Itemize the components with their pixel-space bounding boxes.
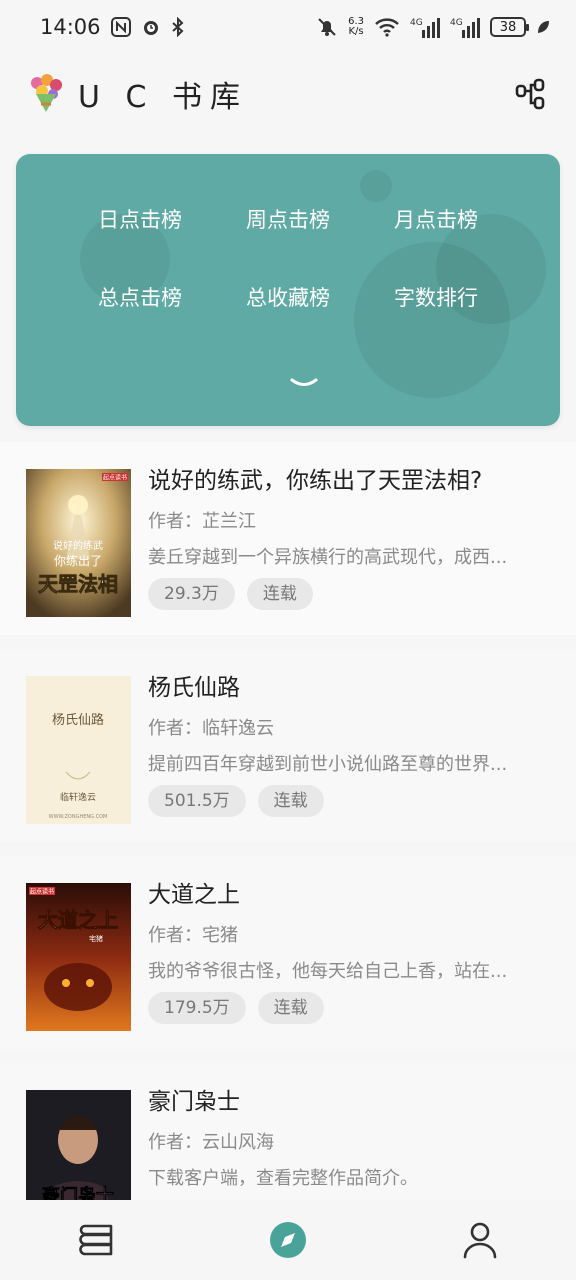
decor-bubble xyxy=(360,170,392,202)
status-bar: 14:06 6.3 K/s 4G 4G 38 xyxy=(0,0,576,54)
nfc-icon xyxy=(110,17,131,37)
app-title: U C 书库 xyxy=(78,80,248,115)
status-tag: 连载 xyxy=(246,578,313,610)
book-title: 杨氏仙路 xyxy=(148,675,240,701)
rank-weekly-clicks[interactable]: 周点击榜 xyxy=(214,204,362,236)
cellular-signal-icon: 4G xyxy=(410,16,440,38)
net-speed-unit: K/s xyxy=(348,26,364,37)
alarm-icon xyxy=(141,17,161,37)
cover-publisher-tag: 起点读书 xyxy=(30,888,54,896)
word-count-tag: 179.5万 xyxy=(148,992,246,1024)
word-count-tag: 501.5万 xyxy=(148,785,246,817)
cover-author-line: 临轩逸云 xyxy=(60,791,96,803)
share-button[interactable] xyxy=(514,77,548,111)
cover-website-line: WWW.ZONGHENG.COM xyxy=(49,814,108,820)
rank-daily-clicks[interactable]: 日点击榜 xyxy=(66,204,214,236)
book-cover: 杨氏仙路 临轩逸云 WWW.ZONGHENG.COM xyxy=(26,676,131,824)
rank-monthly-clicks[interactable]: 月点击榜 xyxy=(362,204,510,236)
book-description: 提前四百年穿越到前世小说仙路至尊的世界... xyxy=(148,754,508,775)
nav-discover[interactable] xyxy=(258,1210,318,1270)
cover-title-line: 天罡法相 xyxy=(38,572,118,596)
cover-title-line: 大道之上 xyxy=(38,908,118,932)
book-cover: 起点读书 说好的练武 你练出了 天罡法相 xyxy=(26,469,131,617)
status-time: 14:06 xyxy=(40,15,101,39)
svg-text:4G: 4G xyxy=(450,18,463,28)
book-description: 姜丘穿越到一个异族横行的高武现代，成西... xyxy=(148,547,508,568)
share-nodes-icon xyxy=(515,78,545,110)
book-title: 说好的练武，你练出了天罡法相? xyxy=(148,468,483,494)
book-item[interactable]: 起点读书 说好的练武 你练出了 天罡法相 说好的练武，你练出了天罡法相? 作者：… xyxy=(0,442,576,635)
nav-profile[interactable] xyxy=(450,1210,510,1270)
book-title: 大道之上 xyxy=(148,882,240,908)
book-description: 下载客户端，查看完整作品简介。 xyxy=(148,1168,418,1189)
bottom-navigation xyxy=(0,1200,576,1280)
book-list: 起点读书 说好的练武 你练出了 天罡法相 说好的练武，你练出了天罡法相? 作者：… xyxy=(0,442,576,1270)
battery-indicator: 38 xyxy=(490,17,529,37)
status-tag: 连载 xyxy=(257,992,324,1024)
book-title: 豪门枭士 xyxy=(148,1089,240,1115)
leaf-icon xyxy=(536,19,550,35)
book-author: 作者：芷兰江 xyxy=(148,511,256,532)
cover-author-line: 宅猪 xyxy=(89,934,103,943)
bouquet-logo-icon xyxy=(28,74,64,114)
cover-title-line: 说好的练武 xyxy=(53,539,103,552)
rank-word-count[interactable]: 字数排行 xyxy=(362,282,510,314)
cover-title-line: 杨氏仙路 xyxy=(52,712,104,728)
word-count-tag: 29.3万 xyxy=(148,578,235,610)
book-description: 我的爷爷很古怪，他每天给自己上香，站在... xyxy=(148,961,508,982)
nav-bookshelf[interactable] xyxy=(66,1210,126,1270)
bluetooth-icon xyxy=(171,17,185,37)
net-speed: 6.3 K/s xyxy=(348,17,364,37)
status-tag: 连载 xyxy=(257,785,324,817)
mute-icon xyxy=(316,16,338,38)
chevron-down-icon xyxy=(290,378,318,386)
book-author: 作者：临轩逸云 xyxy=(148,718,274,739)
compass-icon xyxy=(270,1222,306,1258)
book-author: 作者：宅猪 xyxy=(148,925,238,946)
expand-button[interactable] xyxy=(288,374,320,392)
app-header: U C 书库 xyxy=(0,58,576,130)
wifi-icon xyxy=(374,17,400,37)
cover-title-line: 你练出了 xyxy=(54,553,102,568)
bookshelf-icon xyxy=(79,1224,113,1256)
cellular-signal-icon-2: 4G xyxy=(450,16,480,38)
rank-total-clicks[interactable]: 总点击榜 xyxy=(66,282,214,314)
book-author: 作者：云山风海 xyxy=(148,1132,274,1153)
book-item[interactable]: 杨氏仙路 临轩逸云 WWW.ZONGHENG.COM 杨氏仙路 作者：临轩逸云 … xyxy=(0,649,576,842)
book-item[interactable]: 起点读书 大道之上 宅猪 大道之上 作者：宅猪 我的爷爷很古怪，他每天给自己上香… xyxy=(0,856,576,1049)
book-cover: 起点读书 大道之上 宅猪 xyxy=(26,883,131,1031)
rank-total-favorites[interactable]: 总收藏榜 xyxy=(214,282,362,314)
user-icon xyxy=(463,1222,497,1259)
ranking-panel: 日点击榜 周点击榜 月点击榜 总点击榜 总收藏榜 字数排行 xyxy=(16,154,560,426)
svg-text:4G: 4G xyxy=(410,18,423,28)
cover-publisher-tag: 起点读书 xyxy=(103,474,127,482)
